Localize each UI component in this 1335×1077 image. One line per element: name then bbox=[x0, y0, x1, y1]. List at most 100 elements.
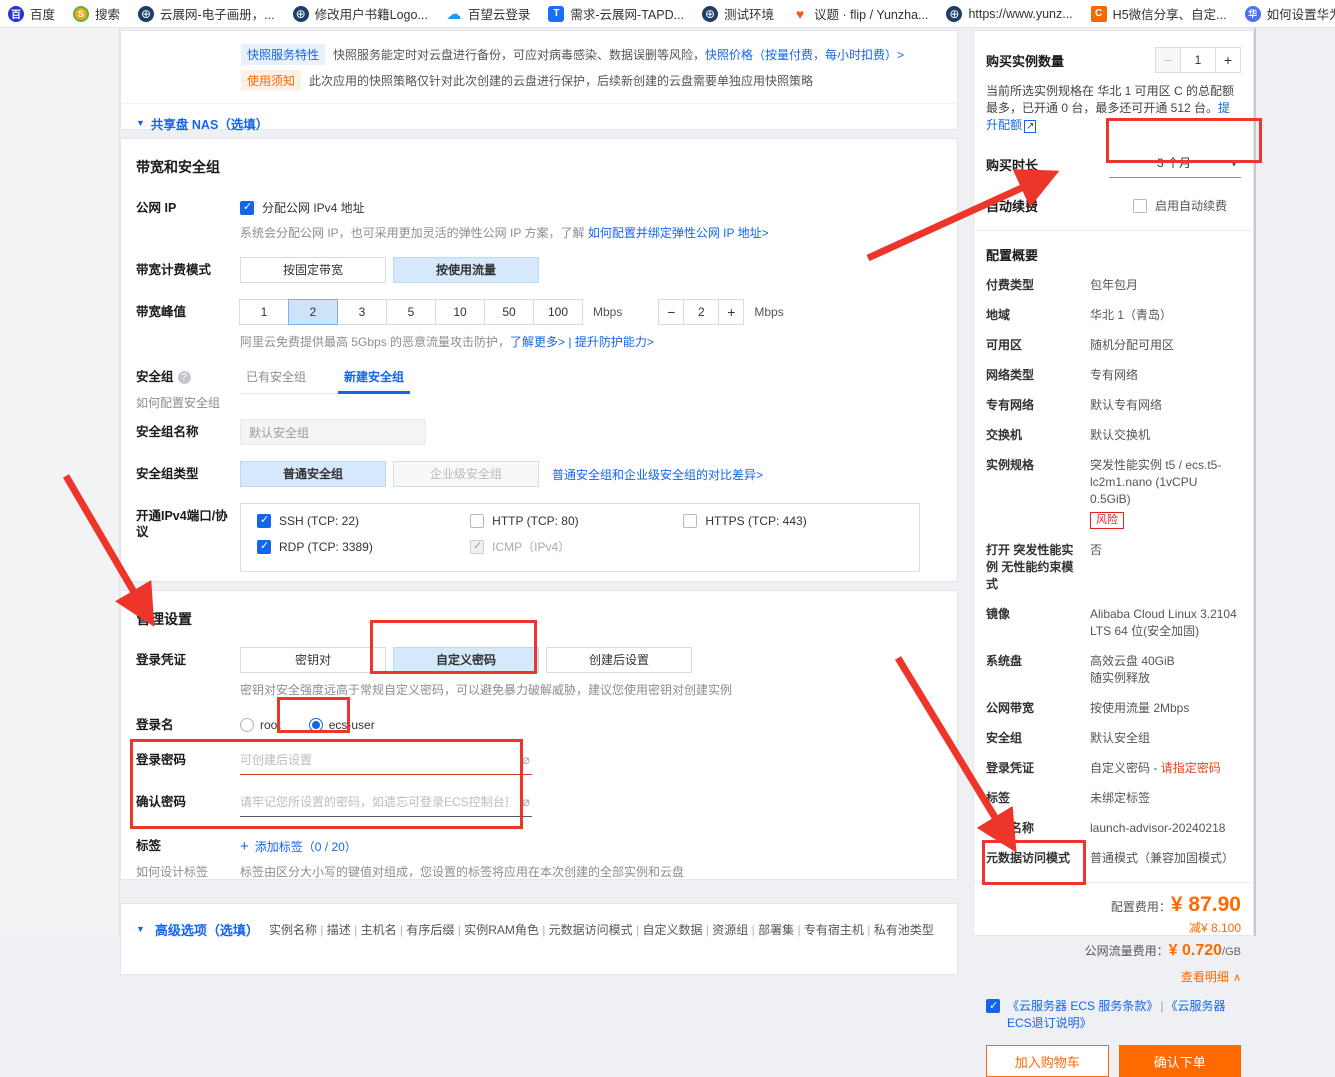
root-radio[interactable] bbox=[240, 718, 254, 732]
eye-off-icon[interactable] bbox=[522, 794, 530, 810]
summary-row: 可用区 随机分配可用区 bbox=[986, 337, 1241, 354]
traffic-fee-value: ¥ 0.720 bbox=[1169, 942, 1222, 959]
summary-row: 登录凭证 自定义密码 - 请指定密码 bbox=[986, 760, 1241, 777]
learn-more-link[interactable]: 了解更多> bbox=[510, 335, 565, 349]
bookmark-item[interactable]: 云展网-电子画册，... bbox=[138, 4, 275, 23]
summary-row: 实例名称 launch-advisor-20240218 bbox=[986, 820, 1241, 837]
advanced-title[interactable]: 高级选项（选填） bbox=[155, 920, 259, 939]
bookmark-item[interactable]: https://www.yunz... bbox=[946, 6, 1072, 22]
bandwidth-security-card: 带宽和安全组 公网 IP 分配公网 IPv4 地址 系统会分配公网 IP，也可采… bbox=[120, 138, 958, 582]
bandwidth-option[interactable]: 100 bbox=[533, 299, 583, 325]
bandwidth-option[interactable]: 2 bbox=[288, 299, 338, 325]
port-checkbox[interactable] bbox=[257, 540, 271, 554]
port-checkbox[interactable] bbox=[470, 514, 484, 528]
bookmark-item[interactable]: 修改用户书籍Logo... bbox=[293, 4, 428, 23]
auto-renew-text: 启用自动续费 bbox=[1155, 197, 1227, 214]
summary-list: 付费类型 包年包月 地域 华北 1（青岛） bbox=[986, 277, 1241, 867]
usage-notice-text: 此次应用的快照策略仅针对此次创建的云盘进行保护，后续新创建的云盘需要单独应用快照… bbox=[309, 72, 813, 89]
bookmark-item[interactable]: 百望云登录 bbox=[446, 4, 531, 23]
submit-order-button[interactable]: 确认下单 bbox=[1119, 1045, 1242, 1077]
eip-config-link[interactable]: 如何配置并绑定弹性公网 IP 地址> bbox=[588, 226, 769, 240]
summary-title: 配置概要 bbox=[986, 245, 1241, 264]
sg-help-link[interactable]: 如何配置安全组 bbox=[136, 395, 240, 411]
security-group-tab[interactable]: 已有安全组 bbox=[240, 364, 312, 385]
bookmark-item[interactable]: 需求-云展网-TAPD... bbox=[548, 4, 684, 23]
confirm-password-input[interactable] bbox=[240, 789, 532, 816]
bookmark-item[interactable]: 搜索 bbox=[73, 4, 120, 23]
tag-help-link[interactable]: 如何设计标签 bbox=[136, 864, 240, 880]
help-icon[interactable] bbox=[178, 371, 191, 384]
billing-mode-option[interactable]: 按使用流量 bbox=[393, 257, 539, 283]
summary-row: 公网带宽 按使用流量 2Mbps bbox=[986, 700, 1241, 717]
bookmark-item[interactable]: 测试环境 bbox=[702, 4, 774, 23]
view-detail-link[interactable]: 查看明细 bbox=[986, 967, 1241, 988]
minus-button[interactable]: − bbox=[1155, 47, 1181, 73]
eye-off-icon[interactable] bbox=[522, 752, 530, 768]
plus-button[interactable]: + bbox=[1215, 47, 1241, 73]
auto-renew-label: 自动续费 bbox=[986, 196, 1038, 215]
port-checkbox[interactable] bbox=[470, 540, 484, 554]
credential-option[interactable]: 密钥对 bbox=[240, 647, 386, 673]
snapshot-usage-notice: 使用须知 此次应用的快照策略仅针对此次创建的云盘进行保护，后续新创建的云盘需要单… bbox=[241, 67, 937, 93]
password-input[interactable] bbox=[240, 747, 532, 774]
ecs-user-radio[interactable] bbox=[309, 718, 323, 732]
bookmark-label: 云展网-电子画册，... bbox=[160, 4, 275, 23]
credential-option[interactable]: 自定义密码 bbox=[393, 647, 539, 673]
port-option: ICMP（IPv4） bbox=[470, 538, 683, 555]
add-tag-link[interactable]: 添加标签（0 / 20） bbox=[240, 833, 357, 855]
plus-button[interactable]: + bbox=[718, 299, 744, 325]
login-name-label: 登录名 bbox=[136, 712, 240, 733]
billing-mode-label: 带宽计费模式 bbox=[136, 257, 240, 283]
bandwidth-option[interactable]: 5 bbox=[386, 299, 436, 325]
security-group-tab[interactable]: 新建安全组 bbox=[338, 364, 410, 385]
snapshot-price-link[interactable]: 快照价格（按量付费，每小时扣费）> bbox=[705, 48, 904, 62]
public-ip-note: 系统会分配公网 IP，也可采用更加灵活的弹性公网 IP 方案，了解 如何配置并绑… bbox=[240, 225, 942, 241]
credential-option[interactable]: 创建后设置 bbox=[546, 647, 692, 673]
credential-label: 登录凭证 bbox=[136, 647, 240, 698]
port-option: SSH (TCP: 22) bbox=[257, 514, 470, 528]
duration-select[interactable]: 3 个月 bbox=[1109, 150, 1241, 178]
advanced-option: 实例RAM角色 bbox=[458, 923, 539, 937]
advanced-option: 私有池类型 bbox=[867, 923, 933, 937]
sg-name-input[interactable] bbox=[240, 419, 426, 445]
port-option: HTTP (TCP: 80) bbox=[470, 514, 683, 528]
sg-type-option[interactable]: 企业级安全组 bbox=[393, 461, 539, 487]
bandwidth-option[interactable]: 3 bbox=[337, 299, 387, 325]
chevron-up-icon bbox=[1229, 970, 1241, 984]
protection-link[interactable]: 提升防护能力> bbox=[575, 335, 654, 349]
quantity-value[interactable]: 1 bbox=[1180, 47, 1216, 73]
bookmark-label: 百度 bbox=[30, 4, 55, 23]
scrollbar[interactable] bbox=[1254, 28, 1256, 936]
bookmark-item[interactable]: 如何设置华为 bbox=[1245, 4, 1335, 23]
sg-type-option[interactable]: 普通安全组 bbox=[240, 461, 386, 487]
terms-checkbox[interactable] bbox=[986, 999, 1000, 1013]
billing-mode-option[interactable]: 按固定带宽 bbox=[240, 257, 386, 283]
advanced-option: 实例名称 bbox=[269, 923, 317, 937]
summary-row: 交换机 默认交换机 bbox=[986, 427, 1241, 444]
sg-type-label: 安全组类型 bbox=[136, 461, 240, 487]
port-checkbox[interactable] bbox=[257, 514, 271, 528]
ecs-terms-link[interactable]: 《云服务器 ECS 服务条款》 bbox=[1007, 999, 1158, 1013]
bookmark-item[interactable]: 百度 bbox=[8, 4, 55, 23]
baidu-icon bbox=[8, 6, 24, 22]
advanced-option: 元数据访问模式 bbox=[542, 923, 632, 937]
bandwidth-option[interactable]: 10 bbox=[435, 299, 485, 325]
bandwidth-option[interactable]: 1 bbox=[239, 299, 289, 325]
gitlab-icon bbox=[792, 6, 808, 22]
minus-button[interactable]: − bbox=[658, 299, 684, 325]
auto-renew-checkbox[interactable] bbox=[1133, 199, 1147, 213]
sg-compare-link[interactable]: 普通安全组和企业级安全组的对比差异> bbox=[552, 466, 763, 483]
bookmark-label: 如何设置华为 bbox=[1267, 4, 1335, 23]
order-panel: 购买实例数量 − 1 + 当前所选实例规格在 华北 1 可用区 C 的总配额最多… bbox=[973, 30, 1254, 936]
bookmark-item[interactable]: H5微信分享、自定... bbox=[1091, 4, 1227, 23]
bandwidth-option[interactable]: 50 bbox=[484, 299, 534, 325]
add-to-cart-button[interactable]: 加入购物车 bbox=[986, 1045, 1109, 1077]
public-ip-label: 公网 IP bbox=[136, 195, 240, 241]
usage-notice-badge: 使用须知 bbox=[241, 70, 301, 91]
bookmarks-bar: 百度 搜索 云展网-电子画册，... 修改用户书籍Logo... 百望云登录 需… bbox=[0, 0, 1335, 28]
assign-ipv4-checkbox[interactable] bbox=[240, 201, 254, 215]
bookmark-item[interactable]: 议题 · flip / Yunzha... bbox=[792, 4, 928, 23]
bandwidth-stepper-value[interactable]: 2 bbox=[683, 299, 719, 325]
risk-badge[interactable]: 风险 bbox=[1090, 512, 1124, 529]
port-checkbox[interactable] bbox=[683, 514, 697, 528]
